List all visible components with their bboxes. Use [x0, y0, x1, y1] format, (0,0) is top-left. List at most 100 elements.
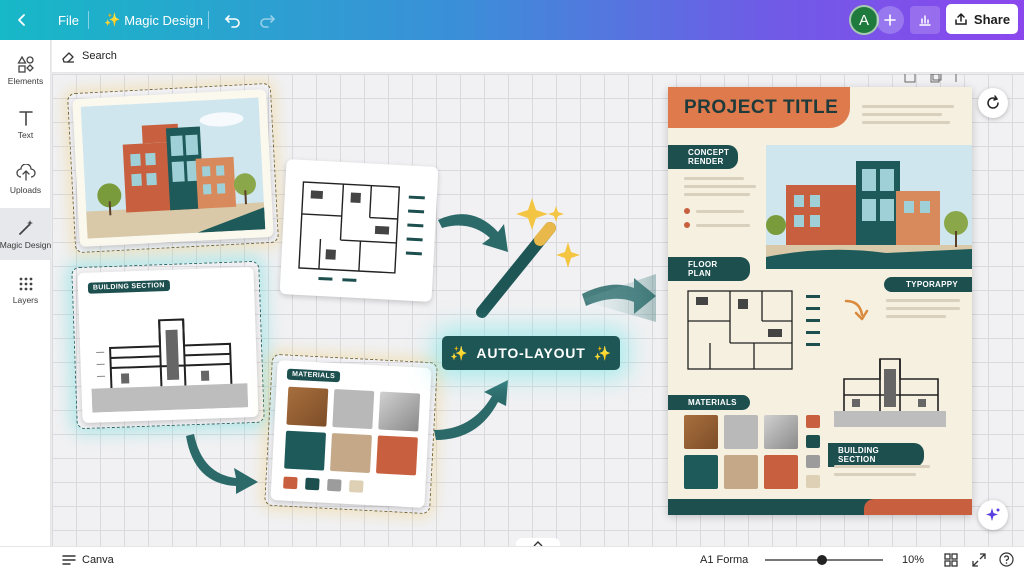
bottom-bar: Canva A1 Forma 10%: [0, 546, 1024, 572]
floor-plan-card[interactable]: [279, 159, 439, 302]
building-section-label: BUILDING SECTION: [828, 443, 924, 467]
stone-swatch: [724, 455, 758, 489]
wood-swatch: [286, 386, 329, 427]
format-label[interactable]: A1 Forma: [700, 554, 748, 566]
chevron-left-icon: [18, 14, 25, 26]
eraser-icon: [62, 52, 74, 63]
redo-icon: [260, 15, 276, 28]
text-line: [834, 465, 930, 468]
materials-tag: MATERIALS: [286, 368, 341, 383]
duplicate-page-icon[interactable]: [930, 74, 942, 83]
back-button[interactable]: [14, 0, 30, 40]
bullet-dot: [684, 208, 690, 214]
zoom-slider-handle[interactable]: [817, 555, 827, 565]
color-chip: [283, 476, 298, 490]
magic-design-menu[interactable]: ✨ Magic Design: [104, 0, 203, 40]
concrete-swatch: [724, 415, 758, 449]
auto-layout-button[interactable]: ✨ AUTO-LAYOUT ✨: [442, 336, 620, 370]
sidebar-item-label: Magic Design: [0, 239, 52, 250]
poster-footer-accent: [864, 499, 972, 515]
undo-button[interactable]: [224, 0, 242, 40]
zoom-level[interactable]: 10%: [902, 554, 924, 566]
text-line: [862, 121, 950, 124]
bullet-dot: [684, 222, 690, 228]
text-line: [696, 210, 744, 213]
sparkles-icon: ✨: [593, 344, 612, 361]
notes-lines-icon[interactable]: [62, 554, 76, 566]
sidebar-item-elements[interactable]: Elements: [0, 44, 51, 96]
design-canvas[interactable]: BUILDING SECTION MATERIALS ✨ AUTO-LAYOUT…: [52, 74, 1024, 546]
color-chip: [806, 455, 820, 468]
magic-wand-icon: [18, 219, 33, 235]
poster-title-banner: PROJECT TITLE: [668, 87, 850, 128]
left-sidebar: Elements Text Uploads Magic Design Layer…: [0, 40, 51, 572]
color-chip: [806, 475, 820, 488]
color-chip: [326, 478, 342, 492]
text-line: [684, 177, 744, 180]
file-menu[interactable]: File: [58, 0, 79, 40]
color-chip: [348, 479, 364, 493]
refresh-comment-button[interactable]: [978, 88, 1008, 118]
help-icon[interactable]: [999, 552, 1014, 567]
stone-swatch: [330, 433, 372, 474]
avatar-initial: A: [858, 11, 869, 29]
poster-page[interactable]: PROJECT TITLE CONCEPT RENDER FLOOR PLAN: [668, 87, 972, 515]
sparkles-icon: ✨: [450, 344, 469, 361]
concept-render-label: CONCEPT RENDER: [668, 145, 738, 169]
text-line: [684, 193, 750, 196]
text-line: [696, 224, 750, 227]
undo-icon: [224, 15, 240, 28]
share-label: Share: [973, 11, 1011, 27]
building-render-image: [80, 97, 266, 239]
sidebar-item-magic-design[interactable]: Magic Design: [0, 208, 51, 260]
share-button[interactable]: Share: [946, 4, 1018, 34]
typorappy-text: TYPORAPPY: [906, 280, 959, 289]
redo-button[interactable]: [258, 0, 276, 40]
search-label: Search: [82, 50, 117, 62]
avatar[interactable]: A: [849, 5, 879, 35]
refresh-icon: [987, 95, 999, 109]
canva-label[interactable]: Canva: [82, 554, 114, 566]
bar-chart-icon: [919, 15, 931, 26]
text-line: [886, 315, 946, 318]
terracotta-swatch: [764, 455, 798, 489]
building-section-text: BUILDING SECTION: [838, 446, 880, 464]
text-line: [684, 185, 756, 188]
sidebar-item-label: Uploads: [9, 184, 42, 195]
grid-view-icon[interactable]: [944, 553, 958, 567]
insights-button[interactable]: [910, 6, 940, 34]
magic-assistant-button[interactable]: [978, 500, 1008, 530]
magic-design-label: Magic Design: [124, 12, 203, 28]
teal-swatch: [284, 430, 327, 471]
floor-plan-image: [298, 181, 425, 282]
add-page-icon[interactable]: [955, 74, 967, 83]
sidebar-item-uploads[interactable]: Uploads: [0, 153, 51, 205]
top-bar: File ✨ Magic Design A Share: [0, 0, 1024, 40]
curved-arrow-icon: [844, 299, 869, 321]
add-collaborator-button[interactable]: [876, 6, 904, 34]
render-card[interactable]: [72, 89, 274, 247]
metal-swatch: [764, 415, 798, 449]
color-chip: [806, 435, 820, 448]
poster-section-image: [834, 358, 946, 427]
search-bar[interactable]: Search: [52, 40, 1024, 73]
file-menu-label: File: [58, 12, 79, 28]
sidebar-item-label: Text: [17, 129, 34, 140]
building-section-card[interactable]: BUILDING SECTION: [77, 266, 259, 424]
fullscreen-icon[interactable]: [972, 553, 986, 567]
poster-floor-plan-image: [687, 290, 820, 370]
materials-card[interactable]: MATERIALS: [270, 360, 432, 508]
sidebar-item-text[interactable]: Text: [0, 98, 51, 150]
metal-swatch: [378, 391, 421, 432]
sidebar-item-layers[interactable]: Layers: [0, 264, 51, 316]
text-line: [886, 307, 960, 310]
sparkles-icon: ✨: [104, 12, 121, 27]
concrete-swatch: [332, 389, 375, 430]
building-section-image: [91, 318, 249, 413]
layers-icon: [19, 277, 32, 290]
text-icon: [18, 110, 33, 126]
text-line: [834, 473, 916, 476]
materials-label: MATERIALS: [668, 395, 750, 410]
cloud-upload-icon: [15, 163, 36, 181]
notes-icon[interactable]: [904, 74, 916, 83]
